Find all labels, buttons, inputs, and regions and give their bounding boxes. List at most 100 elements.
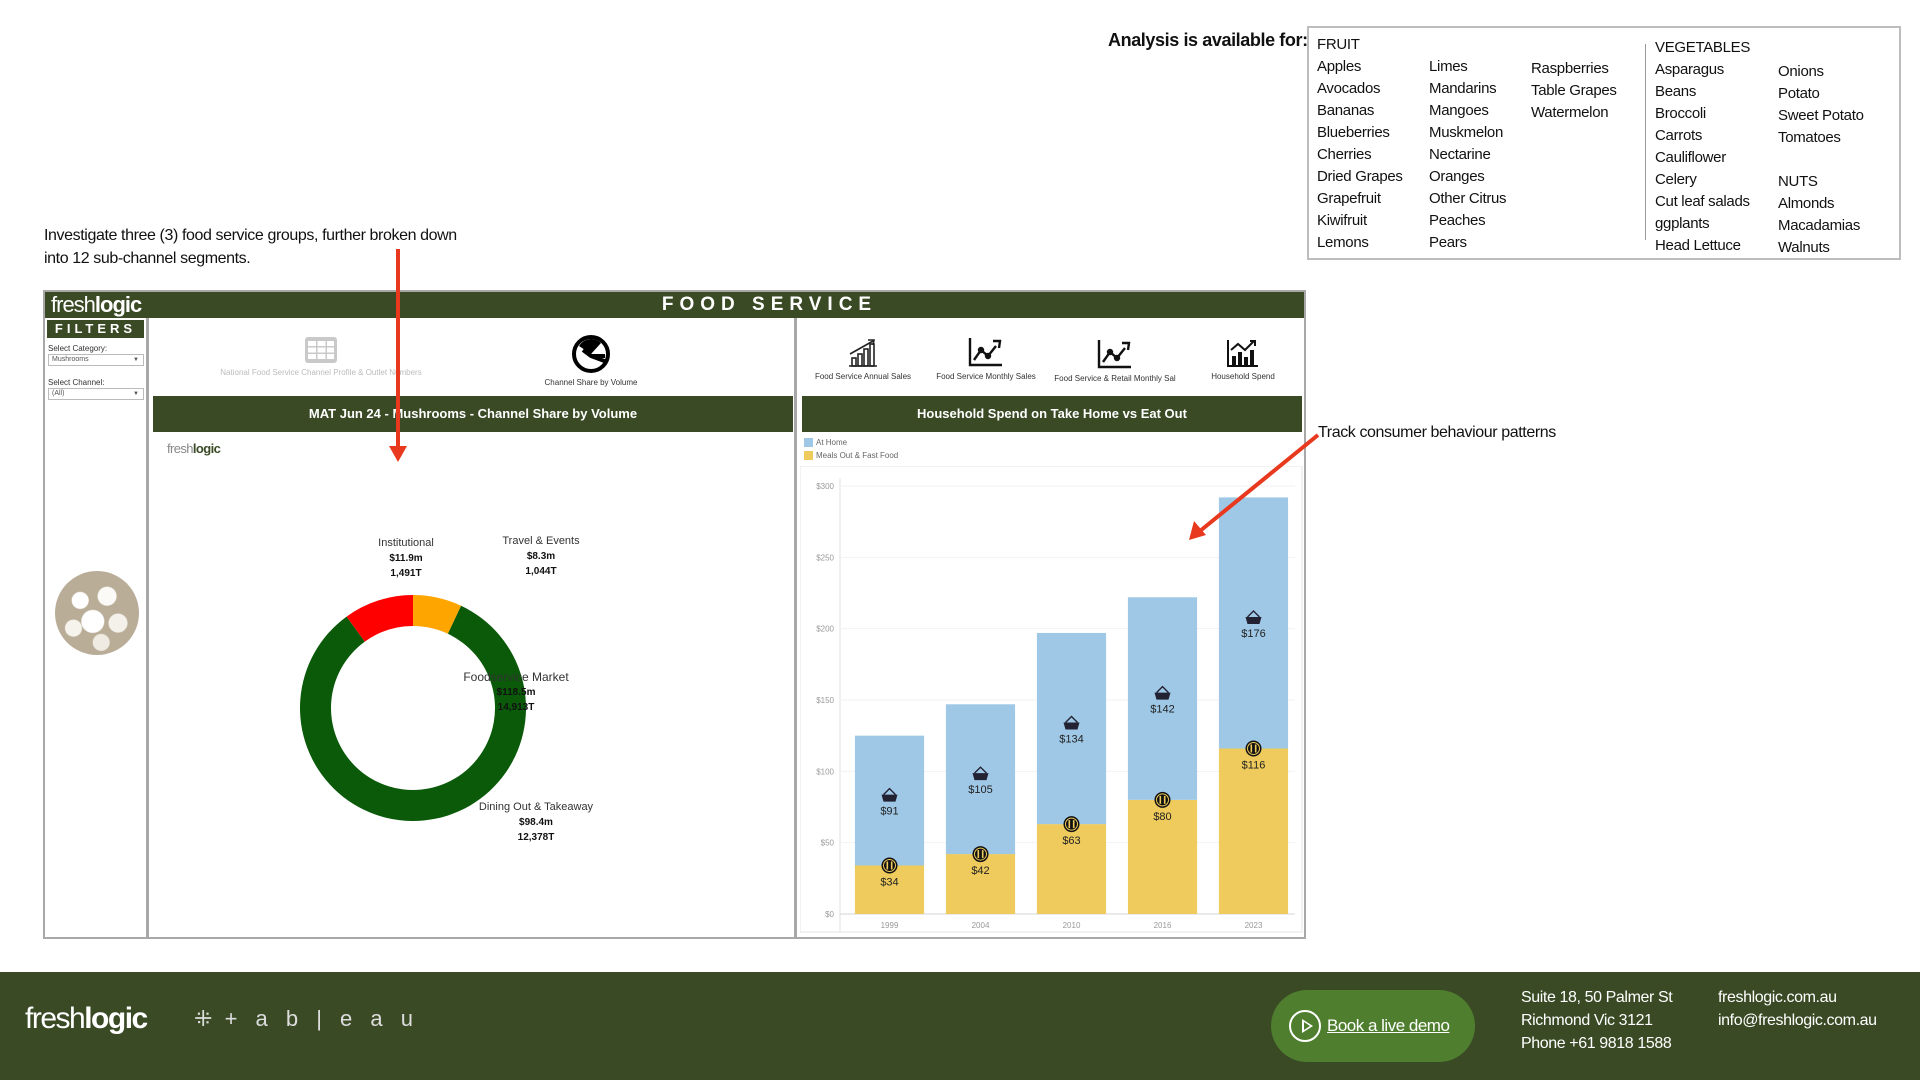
nav-label: National Food Service Channel Profile & … bbox=[220, 368, 422, 377]
list-item: Watermelon bbox=[1531, 104, 1609, 121]
nav-annual-sales[interactable]: Food Service Annual Sales bbox=[804, 338, 922, 381]
book-demo-button[interactable]: Book a live demo bbox=[1271, 990, 1475, 1062]
list-item: Apples bbox=[1317, 58, 1362, 75]
donut-center-label: Foodservice Market $118.5m 14,913T bbox=[436, 670, 596, 715]
slice-label-institutional: Institutional $11.9m 1,491T bbox=[346, 536, 466, 581]
nav-monthly-sales[interactable]: Food Service Monthly Sales bbox=[928, 336, 1044, 381]
nav-channel-profile[interactable]: National Food Service Channel Profile & … bbox=[201, 336, 441, 377]
nav-label: Food Service & Retail Monthly Sal bbox=[1054, 374, 1176, 383]
channel-share-panel: National Food Service Channel Profile & … bbox=[151, 318, 797, 937]
cutlery-icon bbox=[881, 857, 898, 874]
mushroom-category-image bbox=[55, 571, 139, 655]
y-tick-label: $100 bbox=[816, 767, 834, 776]
slice-volume: 12,378T bbox=[517, 832, 555, 843]
website-link[interactable]: freshlogic.com.au bbox=[1718, 986, 1877, 1009]
fruit-column-1: Apples Avocados Bananas Blueberries Cherries… bbox=[1317, 56, 1403, 254]
pie-chart-icon bbox=[572, 335, 610, 373]
filters-title: FILTERS bbox=[47, 320, 144, 338]
slice-label-travel-events: Travel & Events $8.3m 1,044T bbox=[481, 534, 601, 579]
slice-label-dining-out: Dining Out & Takeaway $98.4m 12,378T bbox=[446, 800, 626, 845]
list-item: Grapefruit bbox=[1317, 190, 1381, 207]
chevron-down-icon: ▼ bbox=[133, 357, 139, 363]
tableau-wordmark: + a b | e a u bbox=[224, 1006, 419, 1031]
x-tick-label: 2023 bbox=[1245, 921, 1263, 930]
bar-value-label: $91 bbox=[880, 806, 898, 818]
channel-share-donut-chart bbox=[300, 595, 526, 821]
bar-value-label: $116 bbox=[1242, 760, 1266, 772]
bar-meals-out-2023[interactable] bbox=[1218, 748, 1289, 914]
nav-retail-monthly-sales[interactable]: Food Service & Retail Monthly Sal bbox=[1050, 338, 1180, 383]
list-item: Other Citrus bbox=[1429, 190, 1507, 207]
phone: Phone +61 9818 1588 bbox=[1521, 1035, 1672, 1052]
slice-value: $98.4m bbox=[519, 817, 553, 828]
list-item: Raspberries bbox=[1531, 60, 1609, 77]
bar-value-label: $34 bbox=[880, 876, 898, 888]
list-item: Mangoes bbox=[1429, 102, 1489, 119]
list-item: Macadamias bbox=[1778, 217, 1861, 234]
list-item: Mandarins bbox=[1429, 80, 1497, 97]
list-item: Cherries bbox=[1317, 146, 1372, 163]
list-item: Pears bbox=[1429, 234, 1467, 251]
x-tick-label: 2016 bbox=[1154, 921, 1172, 930]
x-tick-label: 2010 bbox=[1063, 921, 1081, 930]
legend-swatch bbox=[804, 438, 813, 448]
y-tick-label: $300 bbox=[816, 482, 834, 491]
nav-label: Food Service Annual Sales bbox=[814, 372, 912, 381]
bar-meals-out-2004[interactable] bbox=[945, 854, 1016, 914]
list-item: Beans bbox=[1655, 83, 1697, 100]
fruit-column-2: Limes Mandarins Mangoes Muskmelon Nectarine O… bbox=[1429, 56, 1507, 254]
nav-label: Food Service Monthly Sales bbox=[936, 372, 1036, 381]
household-spend-banner: Household Spend on Take Home vs Eat Out bbox=[802, 396, 1302, 432]
email-link[interactable]: info@freshlogic.com.au bbox=[1718, 1009, 1877, 1032]
legend-at-home[interactable]: At Home bbox=[804, 438, 847, 448]
category-filter-label: Select Category: bbox=[48, 344, 108, 353]
center-name: Foodservice Market bbox=[463, 670, 569, 684]
list-item: Walnuts bbox=[1778, 239, 1830, 256]
logo-light-text: fresh bbox=[25, 1002, 86, 1035]
bar-line-chart-icon bbox=[1227, 340, 1258, 367]
slice-volume: 1,044T bbox=[525, 566, 557, 577]
bar-value-label: $142 bbox=[1150, 704, 1174, 716]
footer-contact: freshlogic.com.au info@freshlogic.com.au bbox=[1718, 986, 1877, 1032]
y-tick-label: $200 bbox=[816, 625, 834, 634]
legend-label: Meals Out & Fast Food bbox=[816, 451, 899, 460]
category-select[interactable]: Mushrooms ▼ bbox=[48, 354, 144, 366]
list-item: Lemons bbox=[1317, 234, 1369, 251]
logo-bold-text: logic bbox=[84, 1002, 148, 1035]
nav-label: Household Spend bbox=[1211, 372, 1275, 381]
nav-channel-share[interactable]: Channel Share by Volume bbox=[521, 334, 661, 387]
fruit-heading: FRUIT bbox=[1317, 36, 1360, 53]
list-item: Broccoli bbox=[1655, 105, 1706, 122]
list-item: Dried Grapes bbox=[1317, 168, 1403, 185]
fruit-column-3: Raspberries Table Grapes Watermelon bbox=[1531, 58, 1617, 124]
bar-value-label: $63 bbox=[1062, 835, 1080, 847]
legend-meals-out[interactable]: Meals Out & Fast Food bbox=[804, 451, 899, 461]
bar-value-label: $176 bbox=[1241, 628, 1265, 640]
slice-value: $11.9m bbox=[389, 553, 423, 564]
chevron-down-icon: ▼ bbox=[133, 391, 139, 397]
analysis-label: Analysis is available for: bbox=[1108, 30, 1308, 50]
bar-value-label: $105 bbox=[968, 784, 992, 796]
line-chart-icon bbox=[968, 338, 1002, 367]
address-line: Suite 18, 50 Palmer St bbox=[1521, 989, 1673, 1006]
legend-swatch bbox=[804, 451, 813, 461]
channel-select[interactable]: (All) ▼ bbox=[48, 388, 144, 400]
left-annotation-caption: Investigate three (3) food service group… bbox=[44, 227, 457, 267]
household-spend-panel: Food Service Annual Sales Food Service M… bbox=[800, 318, 1304, 937]
filters-panel: FILTERS Select Category: Mushrooms ▼ Sele… bbox=[45, 318, 149, 937]
vegetables-heading: VEGETABLES bbox=[1655, 39, 1751, 56]
y-tick-label: $250 bbox=[816, 553, 834, 562]
right-annotation-caption: Track consumer behaviour patterns bbox=[1318, 424, 1556, 441]
slice-value: $8.3m bbox=[526, 551, 556, 562]
list-item: Sweet Potato bbox=[1778, 107, 1864, 124]
tableau-cross-icon: ⁜ bbox=[194, 1006, 213, 1031]
cutlery-icon bbox=[1154, 791, 1171, 808]
nav-household-spend[interactable]: Household Spend bbox=[1192, 338, 1294, 381]
bar-value-label: $134 bbox=[1059, 734, 1083, 746]
center-volume: 14,913T bbox=[497, 702, 535, 713]
list-item: Oranges bbox=[1429, 168, 1485, 185]
address-line: Richmond Vic 3121 bbox=[1521, 1012, 1653, 1029]
center-value: $118.5m bbox=[496, 687, 536, 698]
slice-volume: 1,491T bbox=[390, 568, 422, 579]
list-item: Cut leaf salads bbox=[1655, 193, 1750, 210]
